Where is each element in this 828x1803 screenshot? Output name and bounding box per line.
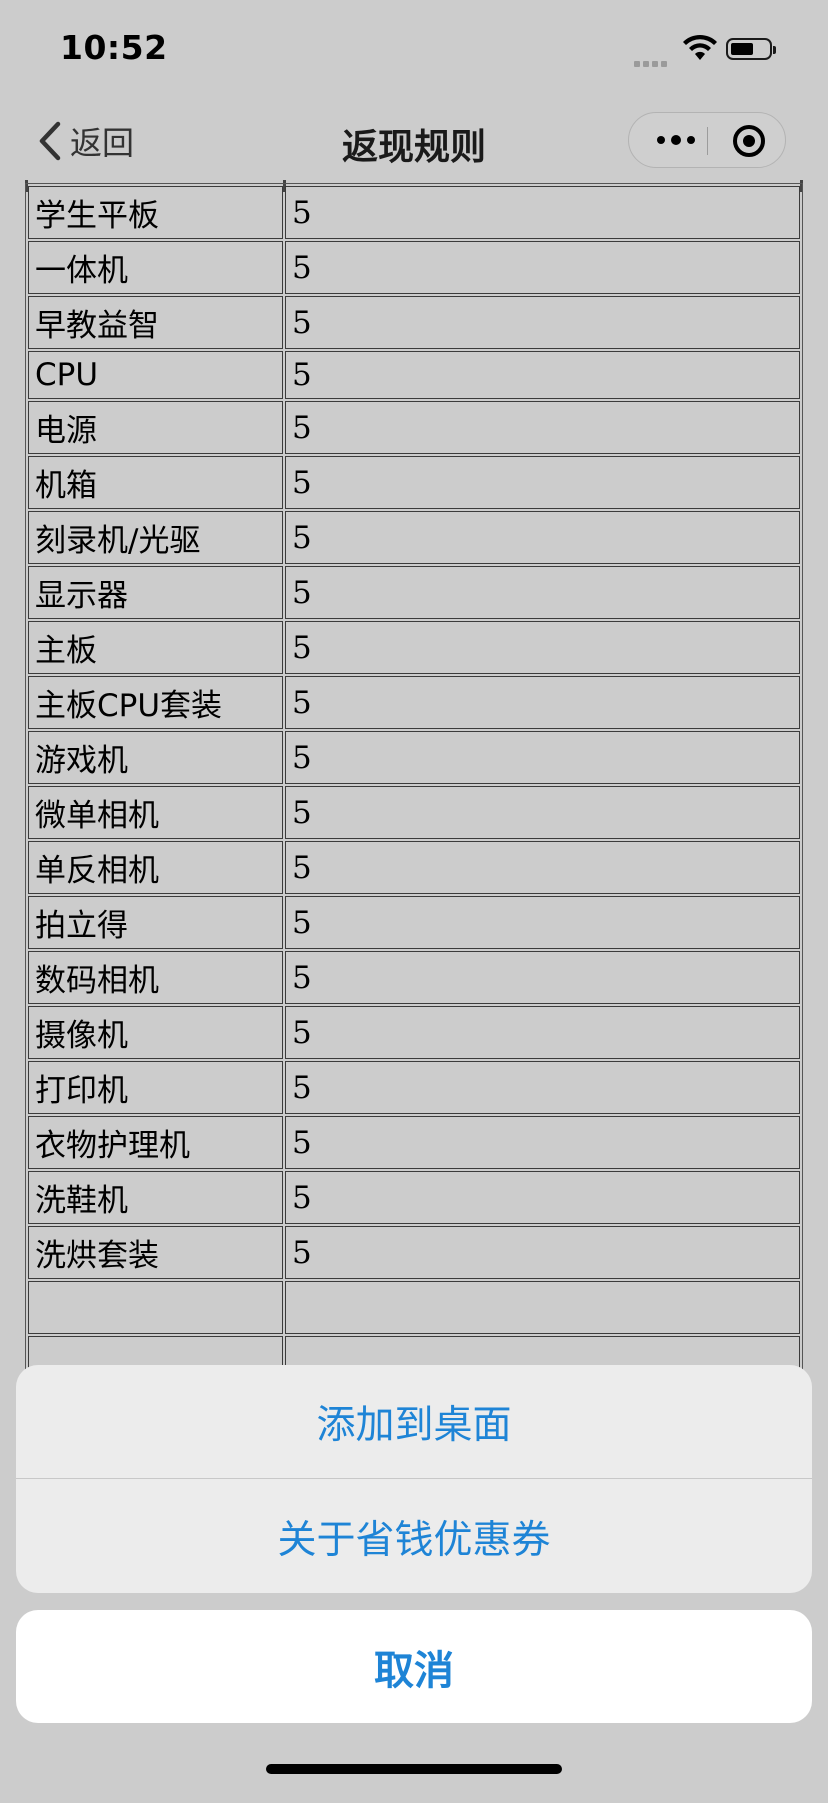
category-cell: 打印机 [28, 1061, 283, 1114]
more-icon[interactable] [651, 126, 701, 154]
table-row: 主板CPU套装 5 [28, 676, 800, 729]
rate-cell: 5 [285, 1171, 800, 1224]
category-cell: 洗鞋机 [28, 1171, 283, 1224]
table-row: 微单相机 5 [28, 786, 800, 839]
category-cell: 刻录机/光驱 [28, 511, 283, 564]
rate-cell: 5 [285, 841, 800, 894]
table-row: 摄像机 5 [28, 1006, 800, 1059]
table-row: 一体机 5 [28, 241, 800, 294]
rate-cell: 5 [285, 511, 800, 564]
target-icon[interactable] [733, 125, 765, 157]
category-cell: 早教益智 [28, 296, 283, 349]
table-row: 刻录机/光驱 5 [28, 511, 800, 564]
category-cell: 学生平板 [28, 186, 283, 239]
table-row: 洗鞋机 5 [28, 1171, 800, 1224]
rate-cell: 5 [285, 296, 800, 349]
table-row: 早教益智 5 [28, 296, 800, 349]
rate-cell: 5 [285, 186, 800, 239]
rate-cell: 5 [285, 621, 800, 674]
category-cell: 数码相机 [28, 951, 283, 1004]
table-row: 机箱 5 [28, 456, 800, 509]
add-to-desktop-button[interactable]: 添加到桌面 [16, 1365, 812, 1478]
home-indicator [266, 1764, 562, 1774]
table-row: 主板 5 [28, 621, 800, 674]
table-row: 数码相机 5 [28, 951, 800, 1004]
category-cell: 主板 [28, 621, 283, 674]
rate-cell: 5 [285, 731, 800, 784]
rate-cell: 5 [285, 456, 800, 509]
rate-cell: 5 [285, 951, 800, 1004]
category-cell: 机箱 [28, 456, 283, 509]
table-row: 显示器 5 [28, 566, 800, 619]
category-cell: 电源 [28, 401, 283, 454]
capsule-divider [707, 127, 708, 155]
rate-cell: 5 [285, 1116, 800, 1169]
table-row: 洗烘套装 5 [28, 1226, 800, 1279]
category-cell: 衣物护理机 [28, 1116, 283, 1169]
rate-cell: 5 [285, 351, 800, 399]
menu-capsule [628, 112, 786, 168]
rate-cell: 5 [285, 786, 800, 839]
category-cell: 主板CPU套装 [28, 676, 283, 729]
table-row: 游戏机 5 [28, 731, 800, 784]
category-cell: 摄像机 [28, 1006, 283, 1059]
table-row: 学生平板 5 [28, 186, 800, 239]
rate-cell: 5 [285, 676, 800, 729]
rate-cell: 5 [285, 566, 800, 619]
category-cell: 洗烘套装 [28, 1226, 283, 1279]
cancel-button[interactable]: 取消 [16, 1610, 812, 1723]
rate-cell: 5 [285, 1226, 800, 1279]
sheet-divider [16, 1478, 812, 1479]
wifi-icon [683, 34, 717, 60]
table-row: 打印机 5 [28, 1061, 800, 1114]
table-row: 衣物护理机 5 [28, 1116, 800, 1169]
category-cell: 拍立得 [28, 896, 283, 949]
category-cell: 微单相机 [28, 786, 283, 839]
category-cell: 单反相机 [28, 841, 283, 894]
status-bar: 10:52 [0, 0, 828, 100]
rate-cell: 5 [285, 241, 800, 294]
category-cell: 显示器 [28, 566, 283, 619]
action-sheet: 添加到桌面 关于省钱优惠券 [16, 1365, 812, 1593]
category-cell [28, 1281, 283, 1334]
signal-icon [634, 52, 670, 71]
rate-cell: 5 [285, 1006, 800, 1059]
rate-cell [285, 1281, 800, 1334]
rate-cell: 5 [285, 1061, 800, 1114]
category-cell: CPU [28, 351, 283, 399]
table-row: 单反相机 5 [28, 841, 800, 894]
table-row: 电源 5 [28, 401, 800, 454]
battery-icon [726, 38, 776, 60]
table-row [28, 1281, 800, 1334]
rate-cell: 5 [285, 401, 800, 454]
rules-table: 学生平板 5 一体机 5 早教益智 5 CPU 5 电源 5 机箱 5 刻录机/光驱 5 显示器 5 主板 5 主板… [25, 183, 803, 1447]
status-time: 10:52 [60, 28, 168, 67]
table-row: 拍立得 5 [28, 896, 800, 949]
category-cell: 游戏机 [28, 731, 283, 784]
table-row: CPU 5 [28, 351, 800, 399]
rate-cell: 5 [285, 896, 800, 949]
about-coupon-button[interactable]: 关于省钱优惠券 [16, 1480, 812, 1593]
status-icons [634, 34, 794, 67]
nav-bar: 返回 返现规则 [0, 100, 828, 180]
category-cell: 一体机 [28, 241, 283, 294]
